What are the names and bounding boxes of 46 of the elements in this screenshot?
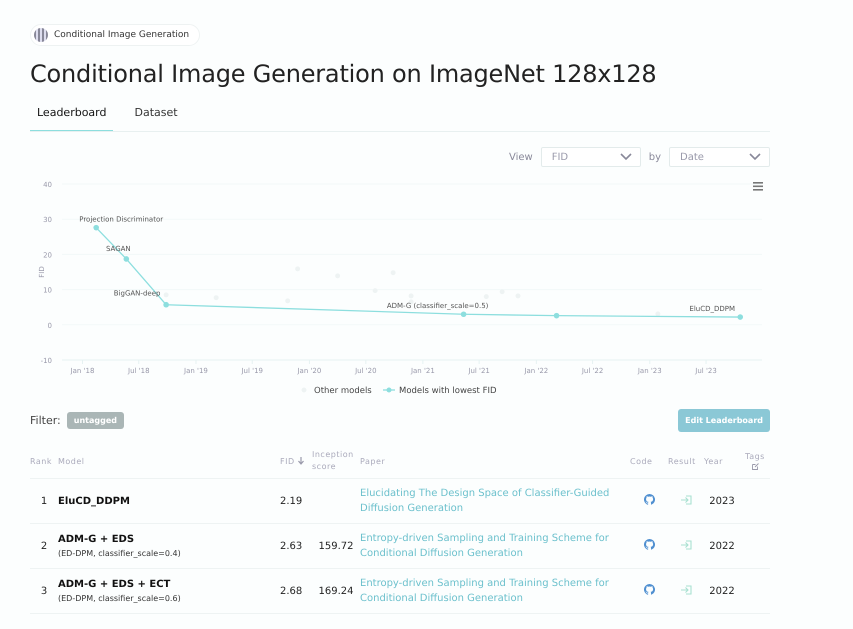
github-icon[interactable] [644, 539, 654, 550]
dropdown-label: by [648, 152, 661, 162]
fid-cell-text: 2.68 [280, 586, 304, 596]
chevron-down-icon [749, 153, 761, 161]
sort-down-icon[interactable] [298, 457, 304, 465]
dropdown-label: View [509, 152, 533, 162]
sign-in-icon[interactable] [680, 540, 692, 550]
column-header: Model [58, 456, 86, 466]
inception-score-cell-text: 169.24 [318, 586, 354, 596]
model-name[interactable]: ADM-G + EDS [58, 534, 280, 545]
model-detail: (ED-DPM, classifier_scale=0.4) [58, 549, 182, 558]
sign-in-icon[interactable] [680, 584, 692, 594]
inception-score-cell-text: 159.72 [318, 540, 354, 552]
legend-item[interactable]: Other models [302, 386, 372, 396]
year-cell-text: 2023 [708, 496, 736, 506]
fid-cell-text: 2.19 [280, 496, 304, 506]
column-header: Rank [30, 456, 53, 466]
legend-item[interactable]: Models with lowest FID [383, 386, 497, 396]
filter-label: Filter: [30, 414, 61, 427]
menu-icon[interactable] [753, 182, 763, 191]
github-icon[interactable] [644, 494, 654, 505]
breadcrumb-chip[interactable]: Conditional Image Generation [30, 24, 200, 46]
column-header: Year [704, 456, 724, 466]
task-thumbnail [34, 28, 48, 42]
rank-cell-text: 3 [40, 586, 48, 596]
column-header: Paper [360, 456, 386, 466]
year-cell-text: 2022 [708, 586, 736, 596]
tab[interactable]: Dataset [127, 106, 185, 131]
page-title: Conditional Image Generation on ImageNet 128x128 [30, 60, 658, 88]
column-header: Code [630, 456, 654, 466]
github-icon[interactable] [644, 584, 654, 595]
model-name[interactable]: EluCD_DDPM [58, 496, 280, 506]
column-header: Tags [745, 452, 765, 461]
column-header: Inception score [312, 449, 355, 473]
rank-cell-text: 1 [40, 496, 48, 506]
chevron-down-icon [620, 153, 632, 161]
fid-cell-text: 2.63 [280, 540, 304, 552]
edit-icon[interactable] [752, 463, 758, 470]
rank-cell-text: 2 [40, 540, 48, 552]
tab[interactable]: Leaderboard [30, 106, 114, 131]
model-detail: (ED-DPM, classifier_scale=0.6) [58, 594, 182, 603]
model-name[interactable]: ADM-G + EDS + ECT [58, 579, 280, 590]
sign-in-icon[interactable] [680, 494, 692, 504]
legend-label: Other models [314, 386, 372, 396]
column-header: Result [668, 456, 697, 466]
year-cell-text: 2022 [708, 540, 736, 552]
